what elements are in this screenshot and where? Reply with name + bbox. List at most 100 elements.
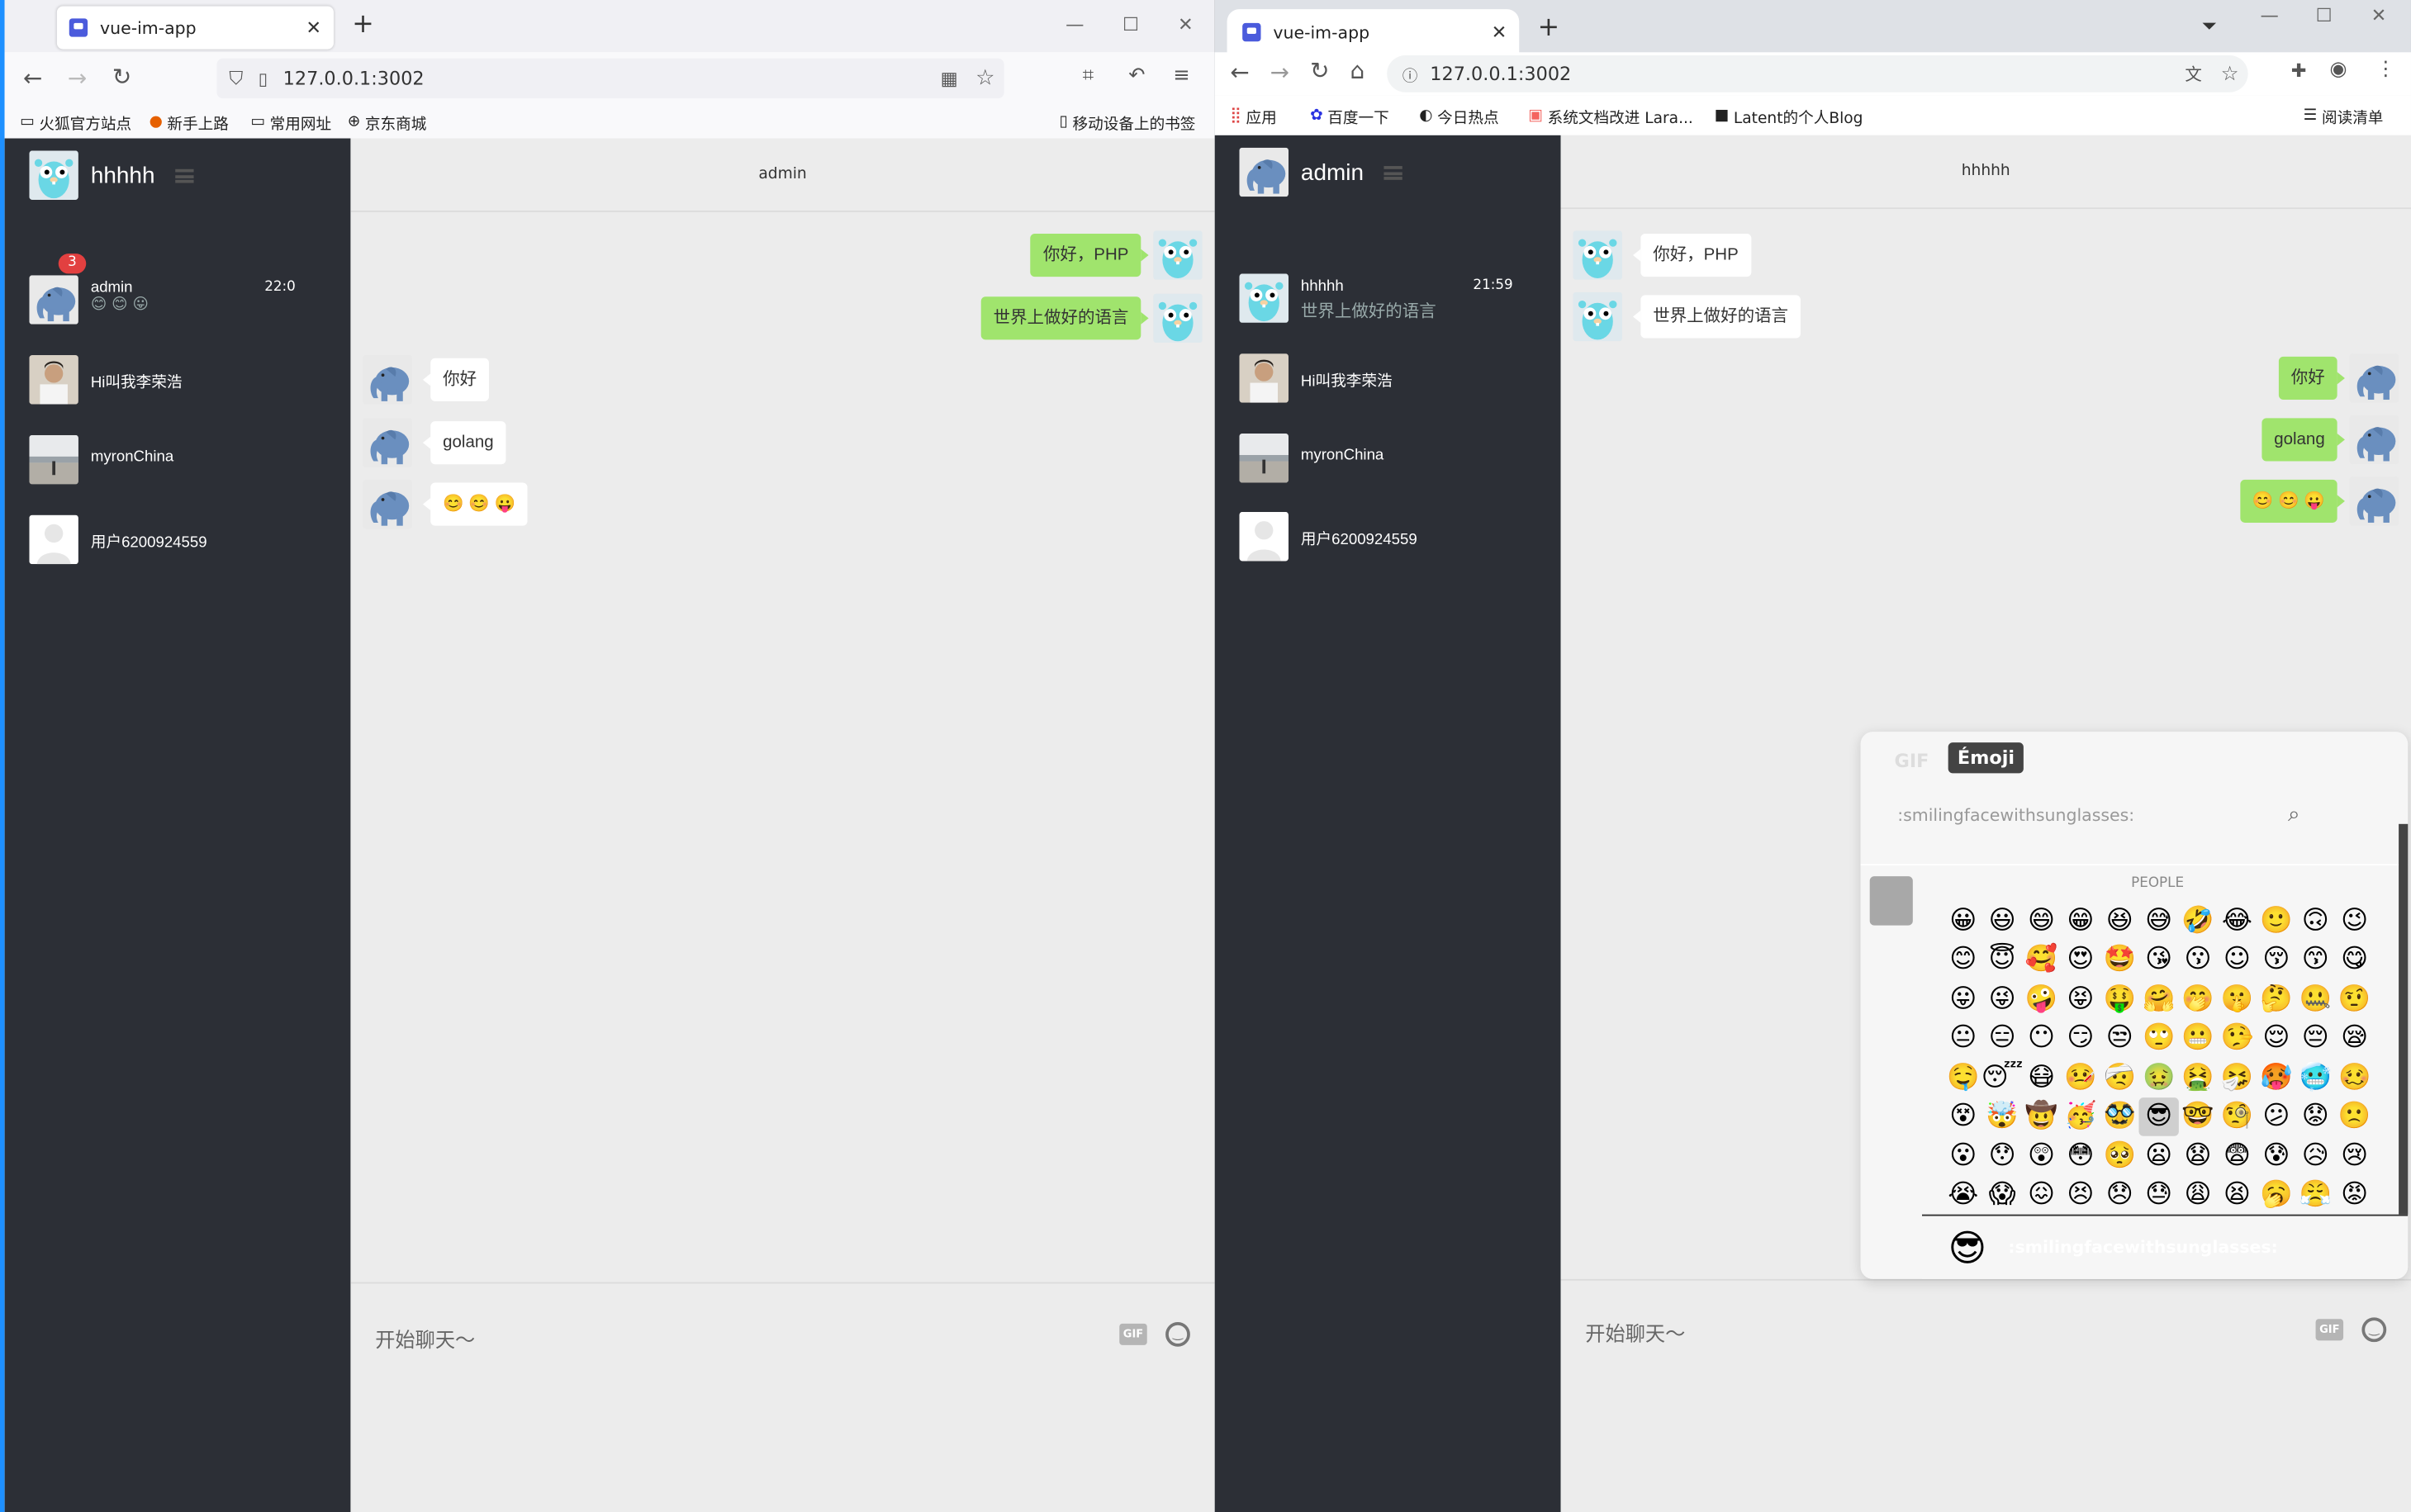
emoji-button[interactable]: ‿ [2361,1317,2387,1343]
emoji-option[interactable]: 😗 [2178,940,2217,979]
shield-icon[interactable]: ⛉ [229,67,243,90]
emoji-option[interactable]: 😩 [2178,1175,2217,1214]
mobile-bookmarks[interactable]: ▯ 移动设备上的书签 [1060,111,1196,134]
emoji-option[interactable]: 😐 [1944,1018,1982,1057]
emoji-option[interactable]: 😀 [1944,901,1982,940]
emoji-option[interactable]: 😉 [2335,901,2374,940]
contact-item[interactable]: 用户6200924559 [5,505,351,573]
category-nav-icon[interactable] [1869,876,1913,926]
reload-icon[interactable]: ↻ [1310,57,1329,85]
tab-search-icon[interactable]: ⏷ [2202,16,2217,39]
crop-icon[interactable]: ⌗ [1083,64,1094,88]
emoji-option[interactable]: 😔 [2296,1018,2335,1057]
message-input-area[interactable]: 开始聊天～ GIF ‿ [350,1282,1215,1512]
emoji-option[interactable]: 😒 [2100,1018,2139,1057]
bookmark-item[interactable]: ■ Latent的个人Blog [1715,105,1863,127]
bookmark-item[interactable]: ✿ 百度一下 [1310,105,1389,127]
emoji-option[interactable]: 🙄 [2139,1018,2178,1057]
emoji-option[interactable]: 🤥 [2218,1018,2257,1057]
close-window-button[interactable]: ✕ [2371,5,2387,26]
emoji-option[interactable]: 🤐 [2296,979,2335,1018]
contact-item[interactable]: Hi叫我李荣浩 [5,346,351,414]
emoji-option[interactable]: 🥰 [2022,940,2061,979]
undo-icon[interactable]: ↶ [1128,64,1145,88]
bookmark-item[interactable]: ⊕ 京东商城 [348,111,427,134]
emoji-option[interactable]: 😵 [1944,1097,1982,1135]
emoji-option[interactable]: 🤒 [2061,1058,2100,1097]
emoji-option[interactable]: 🤨 [2335,979,2374,1018]
reload-icon[interactable]: ↻ [112,63,131,91]
emoji-option[interactable]: 🤔 [2257,979,2295,1018]
info-icon[interactable]: ⓘ [1402,62,1418,85]
emoji-option[interactable]: 😅 [2139,901,2178,940]
bookmark-item[interactable]: ▭ 火狐官方站点 [20,111,131,134]
emoji-option[interactable]: 😖 [2022,1175,2061,1214]
gif-tab[interactable]: GIF [1894,750,1929,771]
bookmark-item[interactable]: ◐ 今日热点 [1419,105,1498,127]
emoji-option[interactable]: 🧐 [2218,1097,2257,1135]
hamburger-icon[interactable] [175,168,194,183]
emoji-option[interactable]: 😢 [2335,1136,2374,1175]
emoji-option[interactable]: 🤧 [2218,1058,2257,1097]
qr-icon[interactable]: ▦ [941,68,958,89]
emoji-option[interactable]: 😪 [2335,1018,2374,1057]
emoji-option[interactable]: 😯 [1982,1136,2021,1175]
back-icon[interactable]: ← [23,64,42,92]
browser-tab[interactable]: vue-im-app ✕ [1227,9,1520,56]
emoji-option[interactable]: 😳 [2061,1136,2100,1175]
star-icon[interactable]: ☆ [2221,62,2239,85]
search-icon[interactable]: ⌕ [2288,803,2300,827]
emoji-option[interactable]: 😲 [2022,1136,2061,1175]
emoji-option[interactable]: 😰 [2257,1136,2295,1175]
emoji-option[interactable]: 🥳 [2061,1097,2100,1135]
emoji-option[interactable]: 😄 [2022,901,2061,940]
emoji-option[interactable]: 😥 [2296,1136,2335,1175]
emoji-option[interactable]: 😆 [2100,901,2139,940]
gif-button[interactable]: GIF [1119,1323,1147,1345]
browser-tab[interactable]: vue-im-app ✕ [56,6,334,50]
extensions-icon[interactable]: ✚ [2291,60,2307,82]
minimize-button[interactable]: — [1065,14,1084,36]
new-tab-button[interactable]: + [1538,12,1560,43]
emoji-option[interactable]: 🤭 [2178,979,2217,1018]
contact-item[interactable]: 3 admin 😊 😊 😛 22:0 [5,254,351,334]
emoji-option[interactable]: 😭 [1944,1175,1982,1214]
emoji-option[interactable]: 😌 [2257,1018,2295,1057]
emoji-option[interactable]: 😎 [2138,1097,2179,1136]
contact-item[interactable]: Hi叫我李荣浩 [1215,344,1561,412]
emoji-option[interactable]: 😃 [1982,901,2021,940]
emoji-option[interactable]: 😋 [2335,940,2374,979]
message-input-area[interactable]: 开始聊天～ GIF ‿ [1560,1278,2411,1512]
emoji-option[interactable]: 😛 [1944,979,1982,1018]
forward-icon[interactable]: → [1270,59,1289,87]
bookmark-item[interactable]: ▭ 常用网址 [250,111,331,134]
scrollbar-thumb[interactable] [2399,823,2409,1215]
emoji-option[interactable]: 😙 [2296,940,2335,979]
close-window-button[interactable]: ✕ [1178,14,1194,36]
emoji-option[interactable]: 😫 [2218,1175,2257,1214]
emoji-option[interactable]: 🥶 [2296,1058,2335,1097]
emoji-option[interactable]: 🤩 [2100,940,2139,979]
bookmark-item[interactable]: ⣿ 应用 [1230,105,1276,127]
emoji-option[interactable]: 😟 [2296,1097,2335,1135]
emoji-option[interactable]: 😁 [2061,901,2100,940]
emoji-option[interactable]: 😘 [2139,940,2178,979]
emoji-option[interactable]: 🤓 [2178,1097,2217,1135]
emoji-option[interactable]: 🙂 [2257,901,2295,940]
emoji-option[interactable]: 🥺 [2100,1136,2139,1175]
message-input[interactable]: 开始聊天～ [375,1324,475,1353]
tab-close-icon[interactable]: ✕ [1492,21,1507,43]
emoji-option[interactable]: 😕 [2257,1097,2295,1135]
emoji-option[interactable]: 🤪 [2022,979,2061,1018]
emoji-option[interactable]: 🤮 [2178,1058,2217,1097]
emoji-option[interactable]: 😝 [2061,979,2100,1018]
emoji-option[interactable]: 🙁 [2335,1097,2374,1135]
emoji-option[interactable]: 😂 [2218,901,2257,940]
emoji-option[interactable]: 🥱 [2257,1175,2295,1214]
emoji-option[interactable]: 🤣 [2178,901,2217,940]
back-icon[interactable]: ← [1230,59,1249,87]
star-icon[interactable]: ☆ [975,66,994,91]
contact-item[interactable]: 用户6200924559 [1215,503,1561,571]
translate-icon[interactable]: 文 [2185,61,2201,86]
emoji-option[interactable]: 😤 [2296,1175,2335,1214]
